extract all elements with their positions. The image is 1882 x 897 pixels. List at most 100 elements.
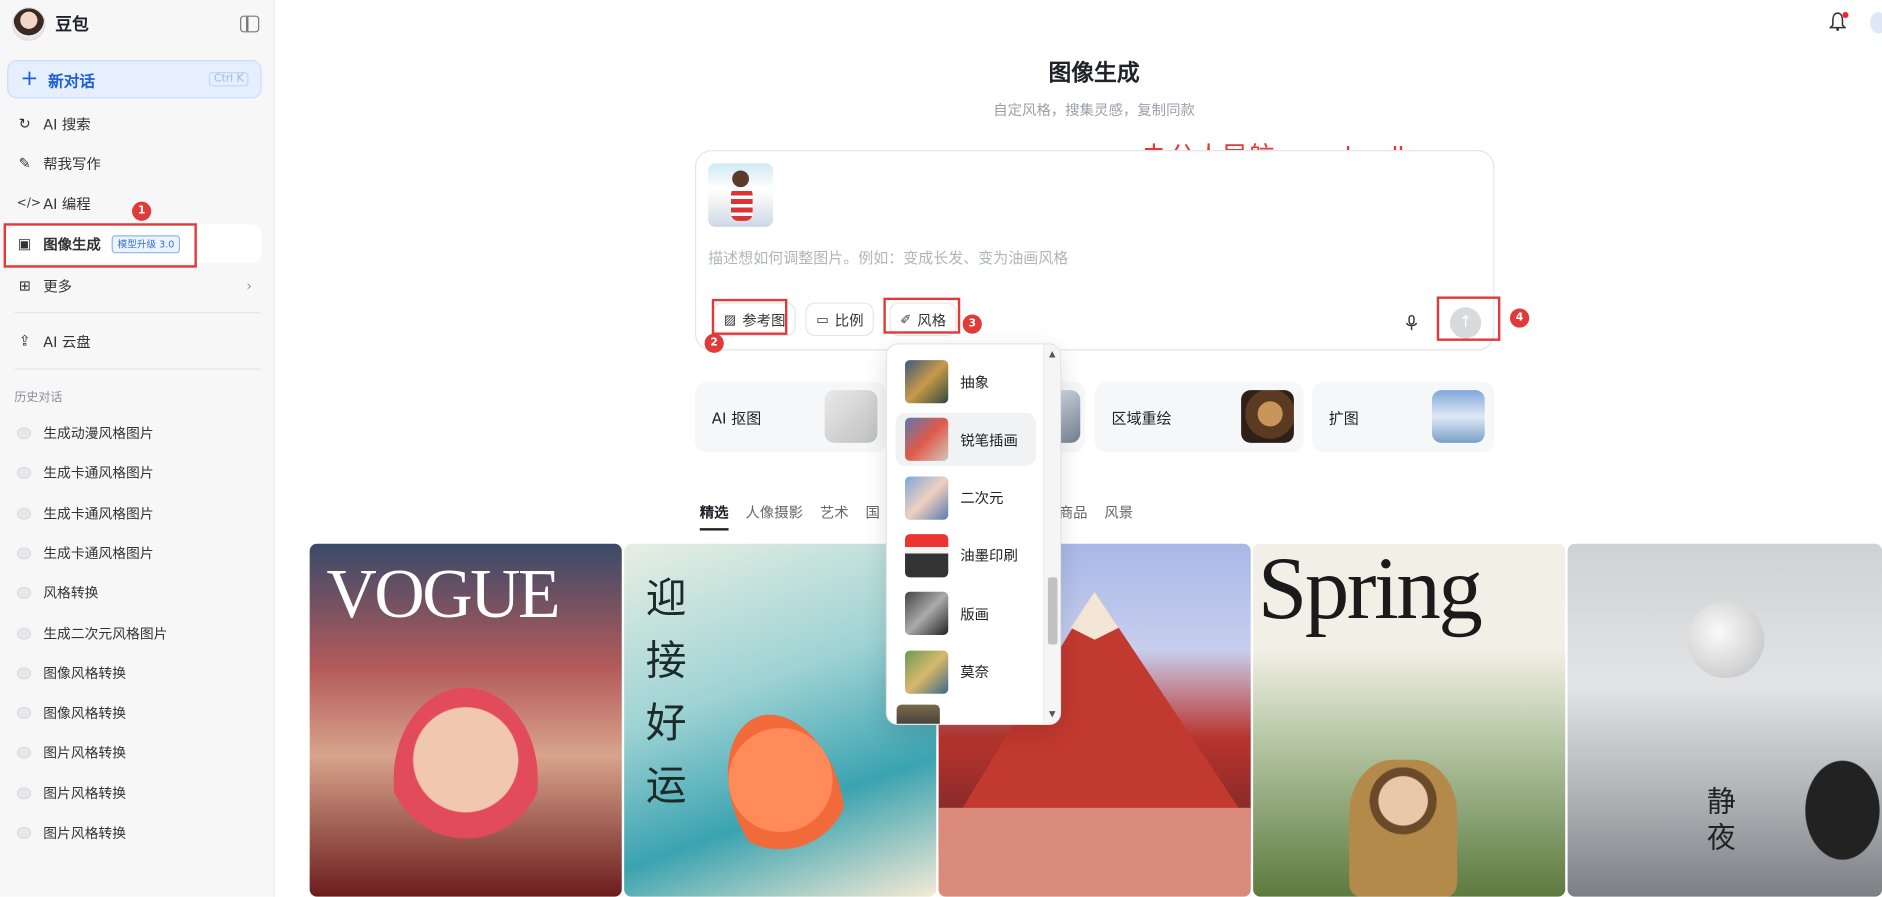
chat-bubble-icon	[16, 507, 32, 520]
history-item-label: 图像风格转换	[43, 704, 127, 722]
history-item[interactable]: 图像风格转换	[16, 659, 257, 688]
gallery-card-spring[interactable]: Spring	[1253, 543, 1566, 897]
style-option[interactable]: 抽象	[895, 355, 1035, 408]
history-item-label: 风格转换	[43, 584, 99, 602]
prompt-input[interactable]: 描述想如何调整图片。例如：变成长发、变为油画风格	[708, 245, 1068, 268]
style-option-label: 抽象	[960, 373, 990, 391]
history-item[interactable]: 图片风格转换	[16, 779, 257, 808]
history-item-label: 图像风格转换	[43, 664, 127, 682]
style-thumbnail	[905, 649, 949, 694]
brand[interactable]: 豆包	[12, 7, 89, 41]
sidebar-item-ai-search[interactable]: ↻ AI 搜索	[7, 104, 261, 142]
annotation-number: 4	[1509, 308, 1530, 328]
annotation-number: 1	[132, 201, 152, 221]
chevron-right-icon: ›	[246, 277, 253, 295]
style-option[interactable]: 油墨印刷	[895, 529, 1035, 582]
new-chat-button[interactable]: + 新对话 Ctrl K	[7, 60, 262, 99]
history-item[interactable]: 图片风格转换	[16, 819, 257, 848]
gallery-card-night[interactable]: 静夜	[1567, 543, 1882, 897]
gallery-card-vogue[interactable]: VOGUE	[309, 543, 622, 897]
history-item-label: 生成卡通风格图片	[43, 464, 154, 482]
tool-card-ai-cutout[interactable]: AI 抠图	[694, 381, 888, 453]
user-avatar[interactable]	[1870, 12, 1882, 34]
aspect-ratio-button[interactable]: ▭ 比例	[805, 302, 875, 337]
history-item[interactable]: 风格转换	[16, 579, 257, 608]
code-icon: </>	[16, 196, 41, 210]
history-item[interactable]: 生成卡通风格图片	[16, 459, 257, 488]
chat-bubble-icon	[16, 747, 32, 760]
style-option[interactable]: 莫奈	[895, 645, 1035, 698]
page-title: 图像生成	[1048, 60, 1140, 87]
microphone-icon[interactable]	[1404, 314, 1418, 331]
chat-bubble-icon	[16, 707, 32, 720]
pen-icon: ✎	[18, 154, 31, 172]
chat-bubble-icon	[16, 787, 32, 800]
moon	[1687, 601, 1765, 679]
sidebar-item-label: 帮我写作	[43, 155, 101, 173]
style-thumbnail	[905, 418, 949, 462]
headphones-thumbnail	[824, 390, 878, 443]
chat-bubble-icon	[16, 667, 32, 680]
history-item[interactable]: 图片风格转换	[16, 739, 257, 768]
spring-title: Spring	[1257, 543, 1483, 639]
apps-icon: ⊞	[18, 276, 31, 294]
tool-label: 扩图	[1328, 409, 1359, 428]
style-option[interactable]: 二次元	[895, 471, 1035, 524]
tool-card-outpaint[interactable]: 扩图	[1311, 381, 1495, 453]
history-item[interactable]: 图像风格转换	[16, 699, 257, 728]
tab-featured[interactable]: 精选	[699, 502, 729, 531]
dog-thumbnail	[1241, 390, 1294, 443]
tab-portrait[interactable]: 人像摄影	[745, 502, 803, 531]
app-name: 豆包	[55, 15, 89, 35]
annotation-box-1	[3, 223, 197, 268]
history-item-label: 生成卡通风格图片	[43, 504, 154, 522]
scroll-down-arrow-icon[interactable]: ▼	[1049, 709, 1055, 719]
style-option[interactable]: 锐笔插画	[895, 413, 1036, 467]
tool-card-area-repaint[interactable]: 区域重绘	[1094, 381, 1304, 453]
koi-fish	[706, 698, 866, 894]
portrait-face	[393, 687, 538, 868]
sidebar: 豆包 + 新对话 Ctrl K ↻ AI 搜索 ✎ 帮我写作 </> AI 编程…	[0, 0, 275, 897]
sidebar-item-cloud-drive[interactable]: ⇪ AI 云盘	[7, 322, 261, 360]
style-thumbnail	[905, 534, 949, 578]
chat-bubble-icon	[16, 627, 32, 640]
poster-calligraphy: 迎接好运	[645, 574, 687, 811]
history-item-label: 图片风格转换	[43, 744, 127, 762]
sidebar-item-label: AI 搜索	[43, 115, 91, 133]
style-option-label: 油墨印刷	[960, 547, 1018, 565]
cloud-drive-icon: ⇪	[18, 331, 31, 349]
style-thumb-partial	[896, 704, 940, 724]
tab-guofeng[interactable]: 国	[865, 502, 879, 531]
scroll-up-arrow-icon[interactable]: ▲	[1049, 349, 1055, 359]
style-option[interactable]: 版画	[895, 587, 1035, 640]
landscape-thumbnail	[1431, 390, 1485, 443]
pine-tree	[1777, 723, 1882, 897]
sidebar-item-writing[interactable]: ✎ 帮我写作	[7, 144, 261, 182]
page-subtitle: 自定风格，搜集灵感，复制同款	[993, 102, 1195, 119]
doubao-avatar	[12, 7, 46, 41]
tab-scenery[interactable]: 风景	[1104, 502, 1133, 531]
tab-product[interactable]: 商品	[1059, 502, 1088, 531]
sidebar-item-more[interactable]: ⊞ 更多 ›	[7, 266, 261, 304]
style-option-label: 莫奈	[960, 663, 990, 681]
divider	[14, 368, 261, 370]
history-item-label: 生成卡通风格图片	[43, 544, 154, 562]
style-thumbnail	[905, 591, 949, 636]
sidebar-collapse-icon[interactable]	[240, 15, 260, 33]
history-item[interactable]: 生成卡通风格图片	[16, 499, 257, 528]
shortcut-hint: Ctrl K	[209, 72, 249, 87]
annotation-number: 2	[704, 333, 724, 353]
chip-label: 比例	[834, 311, 864, 329]
search-refresh-icon: ↻	[18, 114, 31, 132]
ratio-icon: ▭	[816, 311, 829, 328]
divider	[14, 312, 261, 314]
history-item[interactable]: 生成二次元风格图片	[16, 619, 257, 648]
night-calligraphy: 静夜	[1706, 784, 1736, 855]
tab-art[interactable]: 艺术	[820, 502, 849, 531]
dropdown-scrollbar[interactable]: ▲ ▼	[1043, 344, 1060, 724]
history-item[interactable]: 生成卡通风格图片	[16, 539, 257, 568]
scroll-thumb[interactable]	[1047, 577, 1058, 645]
history-title: 历史对话	[14, 391, 63, 405]
uploaded-reference-thumbnail[interactable]	[708, 163, 773, 227]
history-item[interactable]: 生成动漫风格图片	[16, 419, 257, 448]
